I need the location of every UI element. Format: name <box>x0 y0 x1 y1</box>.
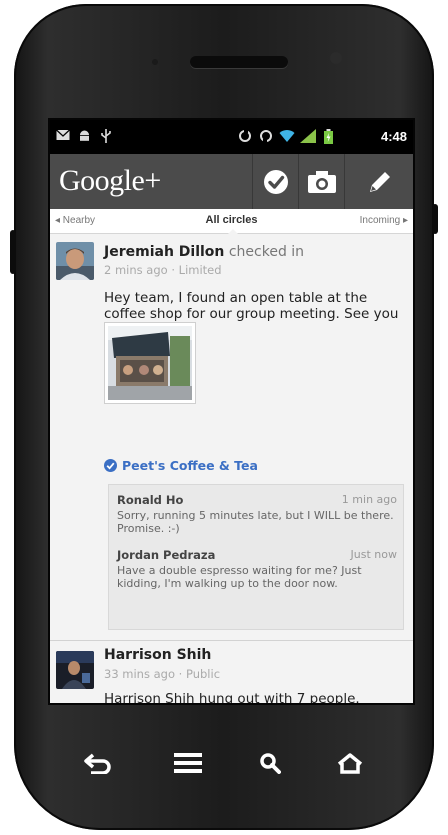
app-bar: Google+ <box>50 154 413 209</box>
meta-separator: · <box>171 263 176 277</box>
power-button[interactable] <box>432 204 438 234</box>
battery-icon <box>324 129 333 144</box>
menu-icon <box>174 753 202 773</box>
comment-text: Sorry, running 5 minutes late, but I WIL… <box>117 509 394 535</box>
usb-icon <box>101 129 111 143</box>
sync-icon <box>260 130 272 143</box>
comment-author[interactable]: Jordan Pedraza <box>117 548 215 562</box>
post-card[interactable]: Jeremiah Dillon checked in 2 mins ago · … <box>50 234 413 639</box>
post-author[interactable]: Jeremiah Dillon <box>104 244 224 260</box>
back-icon <box>84 753 111 774</box>
post-meta: 33 mins ago · Public <box>104 667 220 681</box>
menu-key[interactable] <box>166 748 210 778</box>
status-bar: 4:48 <box>50 120 413 154</box>
meta-separator: · <box>178 667 183 681</box>
avatar[interactable] <box>56 242 94 280</box>
back-key[interactable] <box>76 748 120 778</box>
comment-author[interactable]: Ronald Ho <box>117 493 183 507</box>
avatar[interactable] <box>56 651 94 689</box>
post-visibility[interactable]: Limited <box>179 263 222 277</box>
volume-button[interactable] <box>10 230 16 274</box>
post-time[interactable]: 33 mins ago <box>104 667 175 681</box>
nav-next-circle[interactable]: Incoming ▸ <box>360 215 408 226</box>
wifi-icon <box>279 130 295 142</box>
sync-icon <box>239 129 251 142</box>
search-key[interactable] <box>248 748 292 778</box>
checkin-check-icon <box>104 459 117 472</box>
home-icon <box>337 753 363 774</box>
post-photo[interactable] <box>104 322 196 404</box>
post-time[interactable]: 2 mins ago <box>104 263 168 277</box>
post-visibility[interactable]: Public <box>186 667 220 681</box>
checkin-place[interactable]: Peet's Coffee & Tea <box>122 458 258 473</box>
front-camera <box>152 59 158 65</box>
comments-box: Ronald Ho 1 min ago Sorry, running 5 min… <box>108 484 404 630</box>
compose-button[interactable] <box>344 154 413 209</box>
comment-time: 1 min ago <box>341 493 397 506</box>
check-in-icon <box>264 169 288 194</box>
post-card[interactable]: Harrison Shih 33 mins ago · Public Harri… <box>50 641 413 703</box>
status-time: 4:48 <box>380 129 407 144</box>
check-in-button[interactable] <box>252 154 299 209</box>
nav-current-circle[interactable]: All circles <box>50 214 413 226</box>
google-plus-logo[interactable]: Google+ <box>59 164 161 198</box>
home-key[interactable] <box>328 748 372 778</box>
circle-navigation: ◂ Nearby All circles Incoming ▸ <box>50 209 413 234</box>
earpiece-speaker <box>190 56 288 68</box>
post-action: checked in <box>228 244 305 260</box>
comment-text: Have a double espresso waiting for me? J… <box>117 564 362 590</box>
post-body: Harrison Shih hung out with 7 people. <box>104 691 360 705</box>
post-author[interactable]: Harrison Shih <box>104 647 211 663</box>
proximity-sensor <box>330 52 342 64</box>
android-icon <box>80 130 89 141</box>
search-icon <box>260 753 281 774</box>
comment-time: Just now <box>350 548 397 561</box>
post-author-line: Jeremiah Dillon checked in <box>104 244 304 260</box>
mail-icon <box>56 129 70 140</box>
checkin-place-link[interactable]: Peet's Coffee & Tea <box>104 458 258 473</box>
compose-icon <box>369 171 390 192</box>
camera-icon <box>308 170 336 193</box>
signal-icon <box>300 129 316 143</box>
screen: 4:48 Google+ ◂ Nearby All circles Incomi… <box>48 118 415 705</box>
camera-button[interactable] <box>298 154 345 209</box>
post-meta: 2 mins ago · Limited <box>104 263 222 277</box>
post-author-line: Harrison Shih <box>104 647 211 663</box>
